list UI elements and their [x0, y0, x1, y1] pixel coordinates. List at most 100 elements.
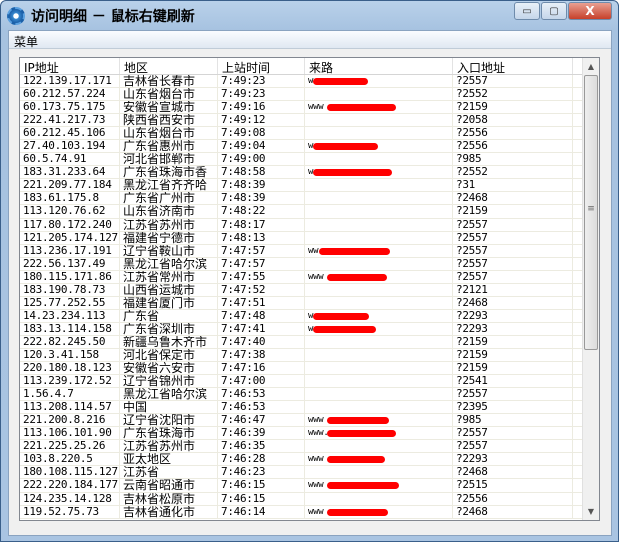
table-row[interactable]: 221.209.77.184 黑龙江省齐齐哈 7:48:39 ?31	[20, 179, 599, 193]
cell-referrer	[305, 114, 453, 127]
cell-entry: ?2557	[453, 388, 573, 401]
cell-entry: ?2557	[453, 440, 573, 453]
table-row[interactable]: 125.77.252.55 福建省厦门市 7:47:51 ?2468	[20, 296, 599, 310]
cell-region: 江苏省苏州市	[120, 218, 218, 231]
table-row[interactable]: 113.106.101.90 广东省珠海市 7:46:39 www. m ?2557	[20, 427, 599, 441]
redaction-mark	[313, 143, 378, 151]
cell-time: 7:47:57	[218, 244, 305, 257]
cell-region: 陕西省西安市	[120, 114, 218, 127]
cell-region: 江苏省苏州市	[120, 440, 218, 453]
cell-ip: 60.5.74.91	[20, 153, 120, 166]
table-row[interactable]: 117.80.172.240 江苏省苏州市 7:48:17 ?2557	[20, 218, 599, 232]
cell-ip: 60.212.45.106	[20, 127, 120, 140]
cell-entry: ?2557	[453, 218, 573, 231]
cell-time: 7:49:23	[218, 88, 305, 101]
table-row[interactable]: 1.56.4.7 黑龙江省哈尔滨 7:46:53 ?2557	[20, 388, 599, 402]
cell-entry: ?2557	[453, 231, 573, 244]
cell-region: 广东省珠海市	[120, 427, 218, 440]
table-row[interactable]: 221.200.8.216 辽宁省沈阳市 7:46:47 www ?985	[20, 414, 599, 428]
table-row[interactable]: 180.115.171.86 江苏省常州市 7:47:55 www om ?2557	[20, 270, 599, 284]
table-row[interactable]: 183.61.175.8 广东省广州市 7:48:39 ?2468	[20, 192, 599, 206]
column-header-ip[interactable]: IP地址	[20, 58, 120, 75]
cell-time: 7:49:08	[218, 127, 305, 140]
cell-entry: ?2552	[453, 166, 573, 179]
cell-referrer: www	[305, 101, 453, 114]
table-row[interactable]: 113.239.172.52 辽宁省锦州市 7:47:00 ?2541	[20, 375, 599, 389]
cell-entry: ?2557	[453, 257, 573, 270]
cell-region: 中国	[120, 401, 218, 414]
table-row[interactable]: 222.56.137.49 黑龙江省哈尔滨 7:47:57 ?2557	[20, 257, 599, 271]
table-body: 122.139.17.171 吉林省长春市 7:49:23 w ?2557 60.212.…	[20, 75, 599, 519]
cell-entry: ?2395	[453, 401, 573, 414]
cell-time: 7:46:28	[218, 453, 305, 466]
cell-entry: ?2468	[453, 466, 573, 479]
cell-ip: 27.40.103.194	[20, 140, 120, 153]
table-row[interactable]: 122.139.17.171 吉林省长春市 7:49:23 w ?2557	[20, 75, 599, 89]
table-row[interactable]: 183.190.78.73 山西省运城市 7:47:52 ?2121	[20, 283, 599, 297]
table-row[interactable]: 113.236.17.191辽宁省鞍山市7:47:57ww m?2557	[20, 244, 599, 258]
menu-item[interactable]: 菜单	[14, 35, 38, 49]
cell-referrer	[305, 388, 453, 401]
column-header-time[interactable]: 上站时间	[218, 58, 305, 75]
cell-referrer	[305, 440, 453, 453]
table-row[interactable]: 119.52.75.73 吉林省通化市 7:46:14 www om ?2468	[20, 505, 599, 519]
cell-referrer	[305, 348, 453, 362]
scroll-up-icon[interactable]: ▲	[583, 58, 599, 75]
cell-referrer	[305, 231, 453, 244]
vertical-scrollbar[interactable]: ▲ ≡ ▼	[582, 58, 599, 520]
table-row[interactable]: 183.31.233.64 广东省珠海市香 7:48:58 w ?2552	[20, 166, 599, 180]
cell-time: 7:48:22	[218, 205, 305, 218]
cell-referrer	[305, 153, 453, 166]
cell-ip: 1.56.4.7	[20, 388, 120, 401]
cell-region: 吉林省长春市	[120, 75, 218, 88]
cell-entry: ?2557	[453, 75, 573, 88]
cell-ip: 221.209.77.184	[20, 179, 120, 192]
cell-referrer	[305, 492, 453, 505]
table-row[interactable]: 103.8.220.5 亚太地区 7:46:28 www om ?2293	[20, 453, 599, 467]
table-row[interactable]: 60.173.75.175 安徽省宣城市 7:49:16 www ?2159	[20, 101, 599, 115]
table-row[interactable]: 222.82.245.50 新疆乌鲁木齐市 7:47:40 ?2159	[20, 335, 599, 349]
minimize-button[interactable]: ▭	[514, 2, 540, 20]
cell-region: 辽宁省鞍山市	[120, 244, 218, 257]
table-row[interactable]: 124.235.14.128 吉林省松原市 7:46:15 ?2556	[20, 492, 599, 506]
column-header-entry[interactable]: 入口地址	[453, 58, 573, 75]
table-row[interactable]: 27.40.103.194 广东省惠州市 7:49:04 w ?2556	[20, 140, 599, 154]
table-row[interactable]: 14.23.234.113 广东省 7:47:48 w ?2293	[20, 309, 599, 323]
table-row[interactable]: 113.120.76.62 山东省济南市 7:48:22 ?2159	[20, 205, 599, 219]
scroll-thumb[interactable]: ≡	[584, 75, 598, 350]
column-header-referrer[interactable]: 来路	[305, 58, 453, 75]
table-row[interactable]: 60.212.57.224 山东省烟台市 7:49:23 ?2552	[20, 88, 599, 102]
cell-region: 吉林省松原市	[120, 492, 218, 505]
cell-referrer: www om	[305, 505, 453, 518]
table-row[interactable]: 183.13.114.158广东省深圳市7:47:41w om?2293	[20, 322, 599, 336]
cell-ip: 222.220.184.177	[20, 479, 120, 492]
table-row[interactable]: 222.220.184.177 云南省昭通市 7:46:15 www om ?2515	[20, 479, 599, 493]
cell-region: 山东省烟台市	[120, 127, 218, 140]
cell-referrer	[305, 257, 453, 270]
table-row[interactable]: 220.180.18.123 安徽省六安市 7:47:16 ?2159	[20, 362, 599, 376]
close-button[interactable]: X	[568, 2, 612, 20]
column-header-region[interactable]: 地区	[120, 58, 218, 75]
table-row[interactable]: 180.108.115.127 江苏省 7:46:23 ?2468	[20, 466, 599, 480]
cell-entry: ?2468	[453, 296, 573, 309]
table-row[interactable]: 60.212.45.106 山东省烟台市 7:49:08 ?2556	[20, 127, 599, 141]
cell-entry: ?2556	[453, 140, 573, 153]
table-row[interactable]: 121.205.174.127 福建省宁德市 7:48:13 ?2557	[20, 231, 599, 245]
table-row[interactable]: 222.41.217.73 陕西省西安市 7:49:12 ?2058	[20, 114, 599, 128]
cell-ip: 221.200.8.216	[20, 414, 120, 427]
table-row[interactable]: 60.5.74.91 河北省邯郸市 7:49:00 ?985	[20, 153, 599, 167]
cell-entry: ?2159	[453, 205, 573, 218]
scroll-down-icon[interactable]: ▼	[583, 503, 599, 520]
maximize-button[interactable]: ▢	[541, 2, 567, 20]
cell-time: 7:47:51	[218, 296, 305, 309]
table-row[interactable]: 113.208.114.57 中国 7:46:53 ?2395	[20, 401, 599, 415]
cell-time: 7:48:39	[218, 179, 305, 192]
cell-time: 7:46:35	[218, 440, 305, 453]
table-row[interactable]: 120.3.41.158 河北省保定市 7:47:38 ?2159	[20, 348, 599, 363]
cell-referrer	[305, 88, 453, 101]
cell-entry: ?2557	[453, 270, 573, 283]
cell-region: 黑龙江省哈尔滨	[120, 388, 218, 401]
cell-referrer	[305, 375, 453, 388]
cell-ip: 220.180.18.123	[20, 362, 120, 375]
table-row[interactable]: 221.225.25.26 江苏省苏州市 7:46:35 ?2557	[20, 440, 599, 454]
